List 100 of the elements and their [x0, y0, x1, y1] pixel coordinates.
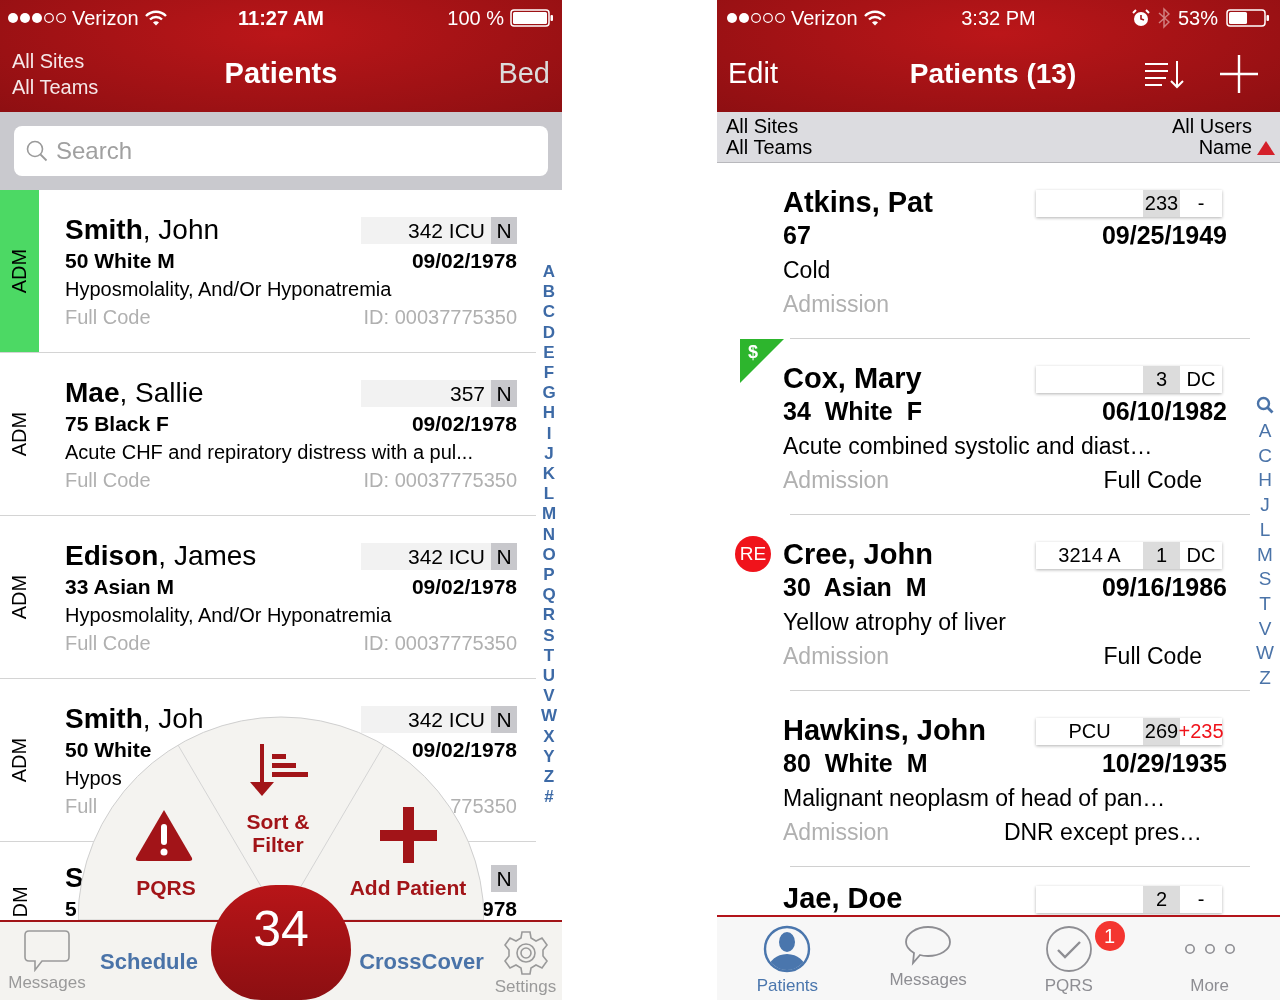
carrier-name: Verizon — [791, 5, 858, 31]
sort-icon[interactable] — [250, 744, 308, 796]
filter-label[interactable]: All Users — [1172, 116, 1276, 137]
screen-title: Patients (13) — [909, 56, 1077, 91]
code-status: DNR except pres… — [1003, 817, 1203, 847]
diagnosis-text: Hyposmolality, And/Or Hyponatremia — [65, 603, 392, 628]
index-letter[interactable]: B — [542, 282, 556, 303]
screen-title: Patients — [224, 55, 338, 91]
index-letter[interactable]: W — [540, 706, 557, 727]
bed-number: 3 — [1155, 366, 1168, 392]
index-letter[interactable]: S — [543, 625, 555, 646]
index-letter[interactable]: J — [544, 443, 554, 465]
sort-icon[interactable] — [1144, 58, 1186, 89]
admission-status: ADM — [7, 574, 32, 620]
search-icon — [26, 140, 48, 162]
filter-label[interactable]: All Sites — [726, 116, 813, 137]
code-status: Full Code — [1103, 465, 1203, 495]
quick-menu-item[interactable]: Sort & Filter — [238, 810, 318, 856]
patient-info: 30 Asian M — [783, 572, 927, 604]
index-letter[interactable]: A — [1258, 419, 1272, 444]
index-letter[interactable]: L — [543, 484, 555, 505]
patient-name: Atkins, Pat — [783, 185, 933, 221]
index-letter[interactable]: I — [546, 423, 552, 444]
signal-icon — [727, 11, 785, 24]
patient-name: Cree, John — [783, 537, 933, 573]
filter-label[interactable]: All Sites — [12, 47, 225, 74]
admission-status: ADM — [7, 411, 32, 457]
filter-label[interactable]: All Teams — [726, 137, 813, 158]
index-letter[interactable]: X — [543, 726, 555, 747]
search-icon[interactable] — [1256, 396, 1274, 414]
index-letter[interactable]: C — [542, 302, 556, 323]
tab-link[interactable]: Schedule — [100, 944, 198, 978]
more-icon — [1183, 944, 1236, 954]
index-letter[interactable]: D — [542, 322, 556, 343]
admission-status: ADM — [7, 737, 32, 783]
index-letter[interactable]: P — [543, 565, 555, 586]
index-letter[interactable]: H — [542, 403, 556, 424]
birth-date: 10/29/1935 — [1101, 748, 1227, 780]
notification-badge: 1 — [1094, 921, 1125, 951]
index-letter[interactable]: C — [1258, 443, 1272, 469]
filter-label[interactable]: All Teams — [12, 73, 225, 100]
status-time: 11:27 AM — [238, 5, 324, 31]
index-letter[interactable]: S — [1258, 567, 1272, 592]
index-letter[interactable]: O — [542, 544, 556, 566]
encounter-type: Admission — [783, 289, 890, 319]
index-letter[interactable]: F — [543, 363, 555, 384]
nurse-flag: N — [491, 705, 517, 733]
bed-number: 2 — [1155, 886, 1168, 912]
battery-icon — [510, 8, 554, 27]
discharge-status: - — [1197, 190, 1205, 216]
index-letter[interactable]: Z — [1259, 666, 1271, 691]
encounter-type: Admission — [783, 817, 890, 847]
index-letter[interactable]: T — [543, 645, 555, 667]
bed-sort-button[interactable]: Bed — [498, 51, 550, 96]
sort-label[interactable]: Name — [1198, 137, 1252, 158]
index-letter[interactable]: L — [1259, 517, 1271, 543]
index-letter[interactable]: H — [1258, 468, 1272, 494]
checkmark-icon — [1044, 925, 1093, 973]
index-letter[interactable]: # — [544, 787, 554, 808]
index-letter[interactable]: W — [1256, 641, 1274, 667]
index-letter[interactable]: V — [1258, 616, 1272, 642]
index-letter[interactable]: R — [542, 605, 556, 626]
index-letter[interactable]: U — [542, 666, 556, 687]
index-letter[interactable]: Y — [543, 746, 555, 768]
index-letter[interactable]: M — [541, 504, 557, 525]
patient-info: 33 Asian M — [65, 574, 174, 601]
patient-name: S — [65, 864, 84, 892]
chat-bubble-icon — [24, 930, 70, 972]
index-letter[interactable]: G — [542, 383, 556, 404]
index-letter[interactable]: N — [542, 524, 556, 545]
index-letter[interactable]: M — [1257, 542, 1273, 568]
wifi-icon — [144, 9, 167, 26]
add-icon[interactable] — [1220, 54, 1258, 93]
index-letter[interactable]: Q — [542, 585, 556, 606]
index-letter[interactable]: Z — [543, 767, 555, 788]
admission-status: ADM — [7, 248, 32, 294]
patient-info: 50 White — [65, 737, 152, 764]
diagnosis-text: Cold — [783, 255, 831, 285]
person-icon — [763, 925, 812, 973]
tab-button[interactable]: Messages — [889, 917, 967, 1000]
plus-icon[interactable] — [380, 807, 437, 863]
index-letter[interactable]: V — [543, 686, 555, 707]
tab-button[interactable]: Patients — [756, 917, 819, 1000]
diagnosis-text: Hypos — [65, 766, 122, 791]
edit-button[interactable]: Edit — [728, 51, 778, 96]
admission-status: DM — [7, 886, 32, 918]
index-letter[interactable]: T — [1259, 591, 1271, 617]
index-letter[interactable]: E — [543, 342, 555, 363]
tab-link[interactable]: CrossCover — [359, 944, 484, 978]
warning-icon[interactable] — [134, 808, 194, 862]
search-field[interactable]: Search — [14, 126, 548, 176]
settings-icon — [502, 930, 549, 976]
patient-info: 67 — [783, 220, 811, 252]
tab-button[interactable]: More — [1183, 917, 1236, 1000]
unit-label: 3214 A — [1058, 542, 1121, 568]
tab-button[interactable]: PQRS — [1044, 917, 1093, 1000]
index-letter[interactable]: A — [542, 262, 556, 283]
index-letter[interactable]: K — [542, 464, 556, 485]
discharge-status: - — [1197, 886, 1205, 912]
index-letter[interactable]: J — [1260, 493, 1270, 518]
